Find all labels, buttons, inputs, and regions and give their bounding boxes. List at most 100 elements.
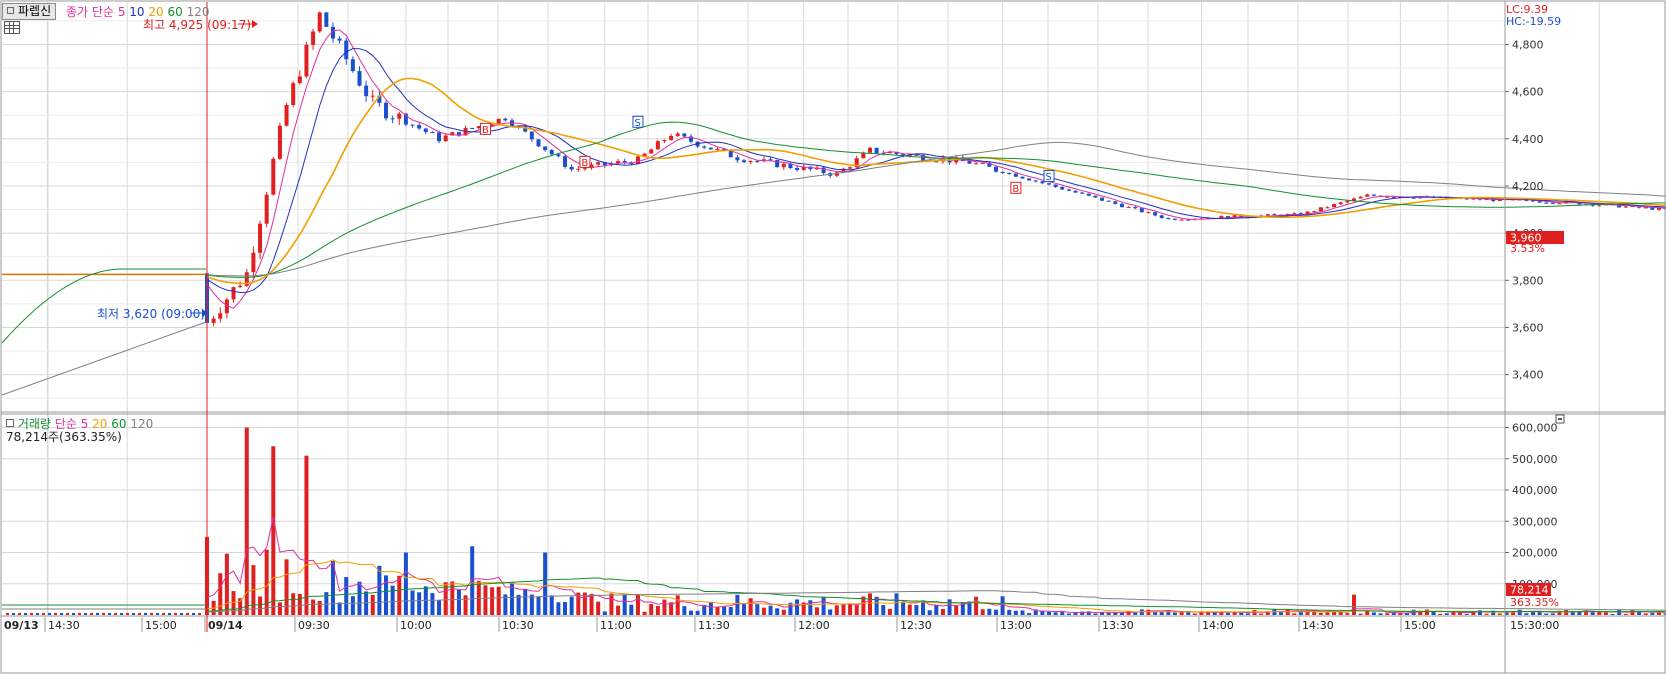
volume-bar — [54, 613, 57, 615]
volume-bar — [516, 594, 521, 615]
candle-body — [768, 159, 773, 161]
candle-body — [410, 124, 415, 126]
candle-body — [503, 118, 508, 121]
x-axis-label: 10:30 — [502, 619, 534, 632]
price-tick-label: 3,800 — [1512, 274, 1544, 287]
candle-body — [397, 113, 402, 119]
volume-bar — [1550, 613, 1555, 615]
candle-body — [755, 160, 760, 162]
volume-bar — [1106, 612, 1111, 615]
volume-bar — [927, 610, 932, 615]
volume-bar — [192, 613, 195, 615]
candle-body — [1318, 207, 1323, 212]
candle-body — [1597, 205, 1602, 207]
volume-bar — [642, 611, 647, 615]
x-axis-label: 11:00 — [600, 619, 632, 632]
candle-body — [1146, 212, 1151, 214]
volume-bar — [775, 608, 780, 615]
candle-body — [370, 95, 375, 97]
candle-body — [470, 127, 475, 129]
volume-bar — [868, 593, 872, 615]
candle-body — [682, 133, 687, 137]
candle-body — [715, 148, 720, 150]
candle-body — [576, 168, 581, 170]
candle-body — [1033, 180, 1038, 182]
volume-bar — [430, 593, 435, 615]
candle-body — [1272, 214, 1277, 216]
volume-bar — [377, 565, 382, 615]
volume-bar — [1597, 611, 1602, 615]
candle-body — [1385, 196, 1390, 198]
price-tick-label: 3,600 — [1512, 321, 1544, 334]
volume-bar — [437, 600, 442, 615]
volume-bar — [1378, 613, 1383, 615]
volume-bar — [589, 593, 594, 615]
volume-bar — [317, 601, 322, 615]
candle-body — [1172, 218, 1177, 220]
volume-bar — [410, 590, 415, 615]
volume-bar — [748, 598, 753, 615]
candle-body — [1371, 194, 1376, 196]
volume-bar — [1272, 609, 1277, 615]
volume-bar — [1073, 612, 1078, 615]
volume-bar — [1060, 612, 1065, 615]
candle-body — [1139, 208, 1144, 213]
x-axis-label: 15:00 — [145, 619, 177, 632]
volume-bar — [1212, 612, 1217, 615]
trade-marker-label: B — [581, 158, 588, 169]
candle-body — [702, 146, 707, 148]
volume-bar — [569, 596, 574, 615]
candle-body — [1113, 201, 1118, 204]
volume-bar — [483, 585, 488, 615]
candle-body — [384, 102, 389, 119]
grid-table-icon[interactable] — [4, 21, 20, 34]
candle-body — [1186, 219, 1191, 221]
price-tick-label: 3,400 — [1512, 369, 1544, 382]
volume-bar — [1405, 613, 1410, 615]
candle-body — [529, 131, 534, 140]
candle-body — [563, 156, 568, 167]
candle-body — [1265, 214, 1270, 216]
candle-body — [1332, 204, 1337, 208]
stock-chart[interactable]: 4,8004,6004,4004,2004,0003,8003,6003,400… — [0, 0, 1666, 674]
volume-bar — [1093, 613, 1098, 615]
x-axis-label: 09/14 — [208, 619, 243, 632]
volume-bar — [894, 593, 899, 615]
volume-bar — [974, 596, 979, 615]
candle-body — [1312, 211, 1317, 213]
x-axis-label: 11:30 — [698, 619, 730, 632]
x-axis-label: 12:30 — [900, 619, 932, 632]
volume-bar — [841, 603, 846, 615]
volume-bar — [563, 602, 568, 615]
volume-bar — [1424, 609, 1429, 615]
candle-body — [708, 147, 713, 150]
candle-body — [443, 135, 448, 142]
candle-body — [1391, 196, 1396, 198]
volume-bar — [174, 613, 177, 615]
volume-bar — [549, 595, 554, 615]
trade-marker-label: S — [634, 118, 640, 129]
volume-tick-label: 200,000 — [1512, 547, 1558, 560]
indicator-tab[interactable]: 파렙신 — [2, 3, 57, 20]
candle-body — [1550, 202, 1555, 204]
volume-bar — [523, 588, 528, 615]
volume-bar — [6, 613, 9, 615]
volume-bar — [42, 613, 45, 615]
volume-bar — [1172, 612, 1177, 615]
candle-body — [344, 40, 349, 60]
volume-bar — [18, 613, 21, 615]
candle-body — [1325, 207, 1330, 209]
volume-bar — [1192, 613, 1197, 615]
volume-bar — [304, 455, 309, 615]
volume-bar — [60, 613, 63, 615]
volume-bar — [96, 613, 99, 615]
volume-bar — [1318, 612, 1323, 615]
volume-bar — [629, 604, 634, 615]
candle-body — [1086, 193, 1091, 196]
volume-bar — [496, 586, 501, 615]
volume-bar — [1245, 613, 1250, 615]
candle-body — [649, 149, 654, 154]
volume-bar — [675, 595, 680, 615]
candle-body — [795, 168, 800, 170]
candle-body — [1557, 203, 1562, 205]
